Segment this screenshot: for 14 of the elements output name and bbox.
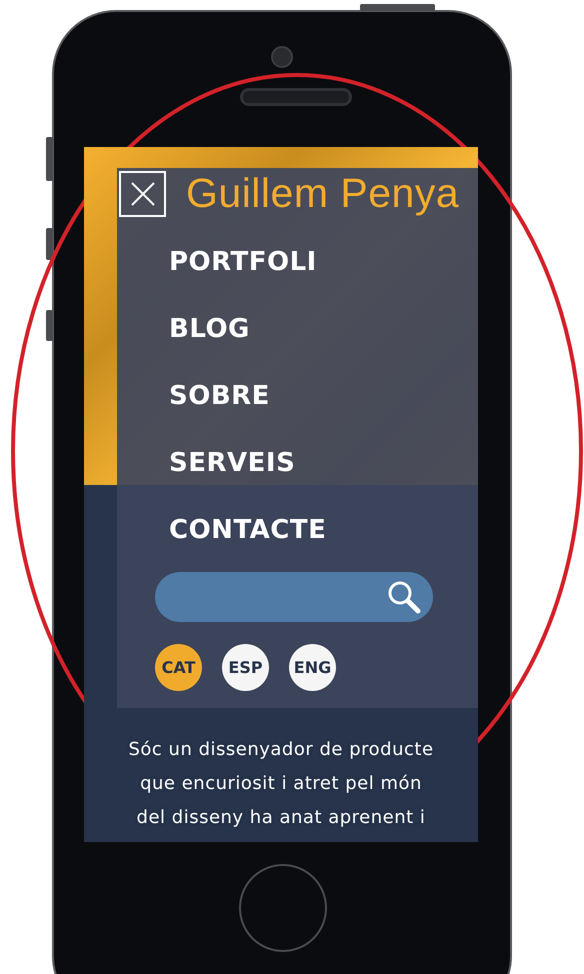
menu-link[interactable]: CONTACTE [169,497,326,564]
menu-link[interactable]: SOBRE [169,363,270,430]
language-button[interactable]: ESP [222,644,269,691]
language-button[interactable]: CAT [155,644,202,691]
search-icon[interactable] [387,580,421,614]
close-icon[interactable] [130,180,156,206]
site-logo: Guillem Penya [186,170,460,217]
menu-link[interactable]: SERVEIS [169,430,296,497]
menu-link[interactable]: PORTFOLI [169,229,317,296]
intro-paragraph: Sóc un dissenyador de producte que encuriosit i atret pel món del disseny ha anat aprenent i [127,738,435,830]
menu-link[interactable]: BLOG [169,296,250,363]
close-button[interactable] [119,170,166,216]
language-button[interactable]: ENG [289,644,336,691]
search-field[interactable] [155,572,433,622]
